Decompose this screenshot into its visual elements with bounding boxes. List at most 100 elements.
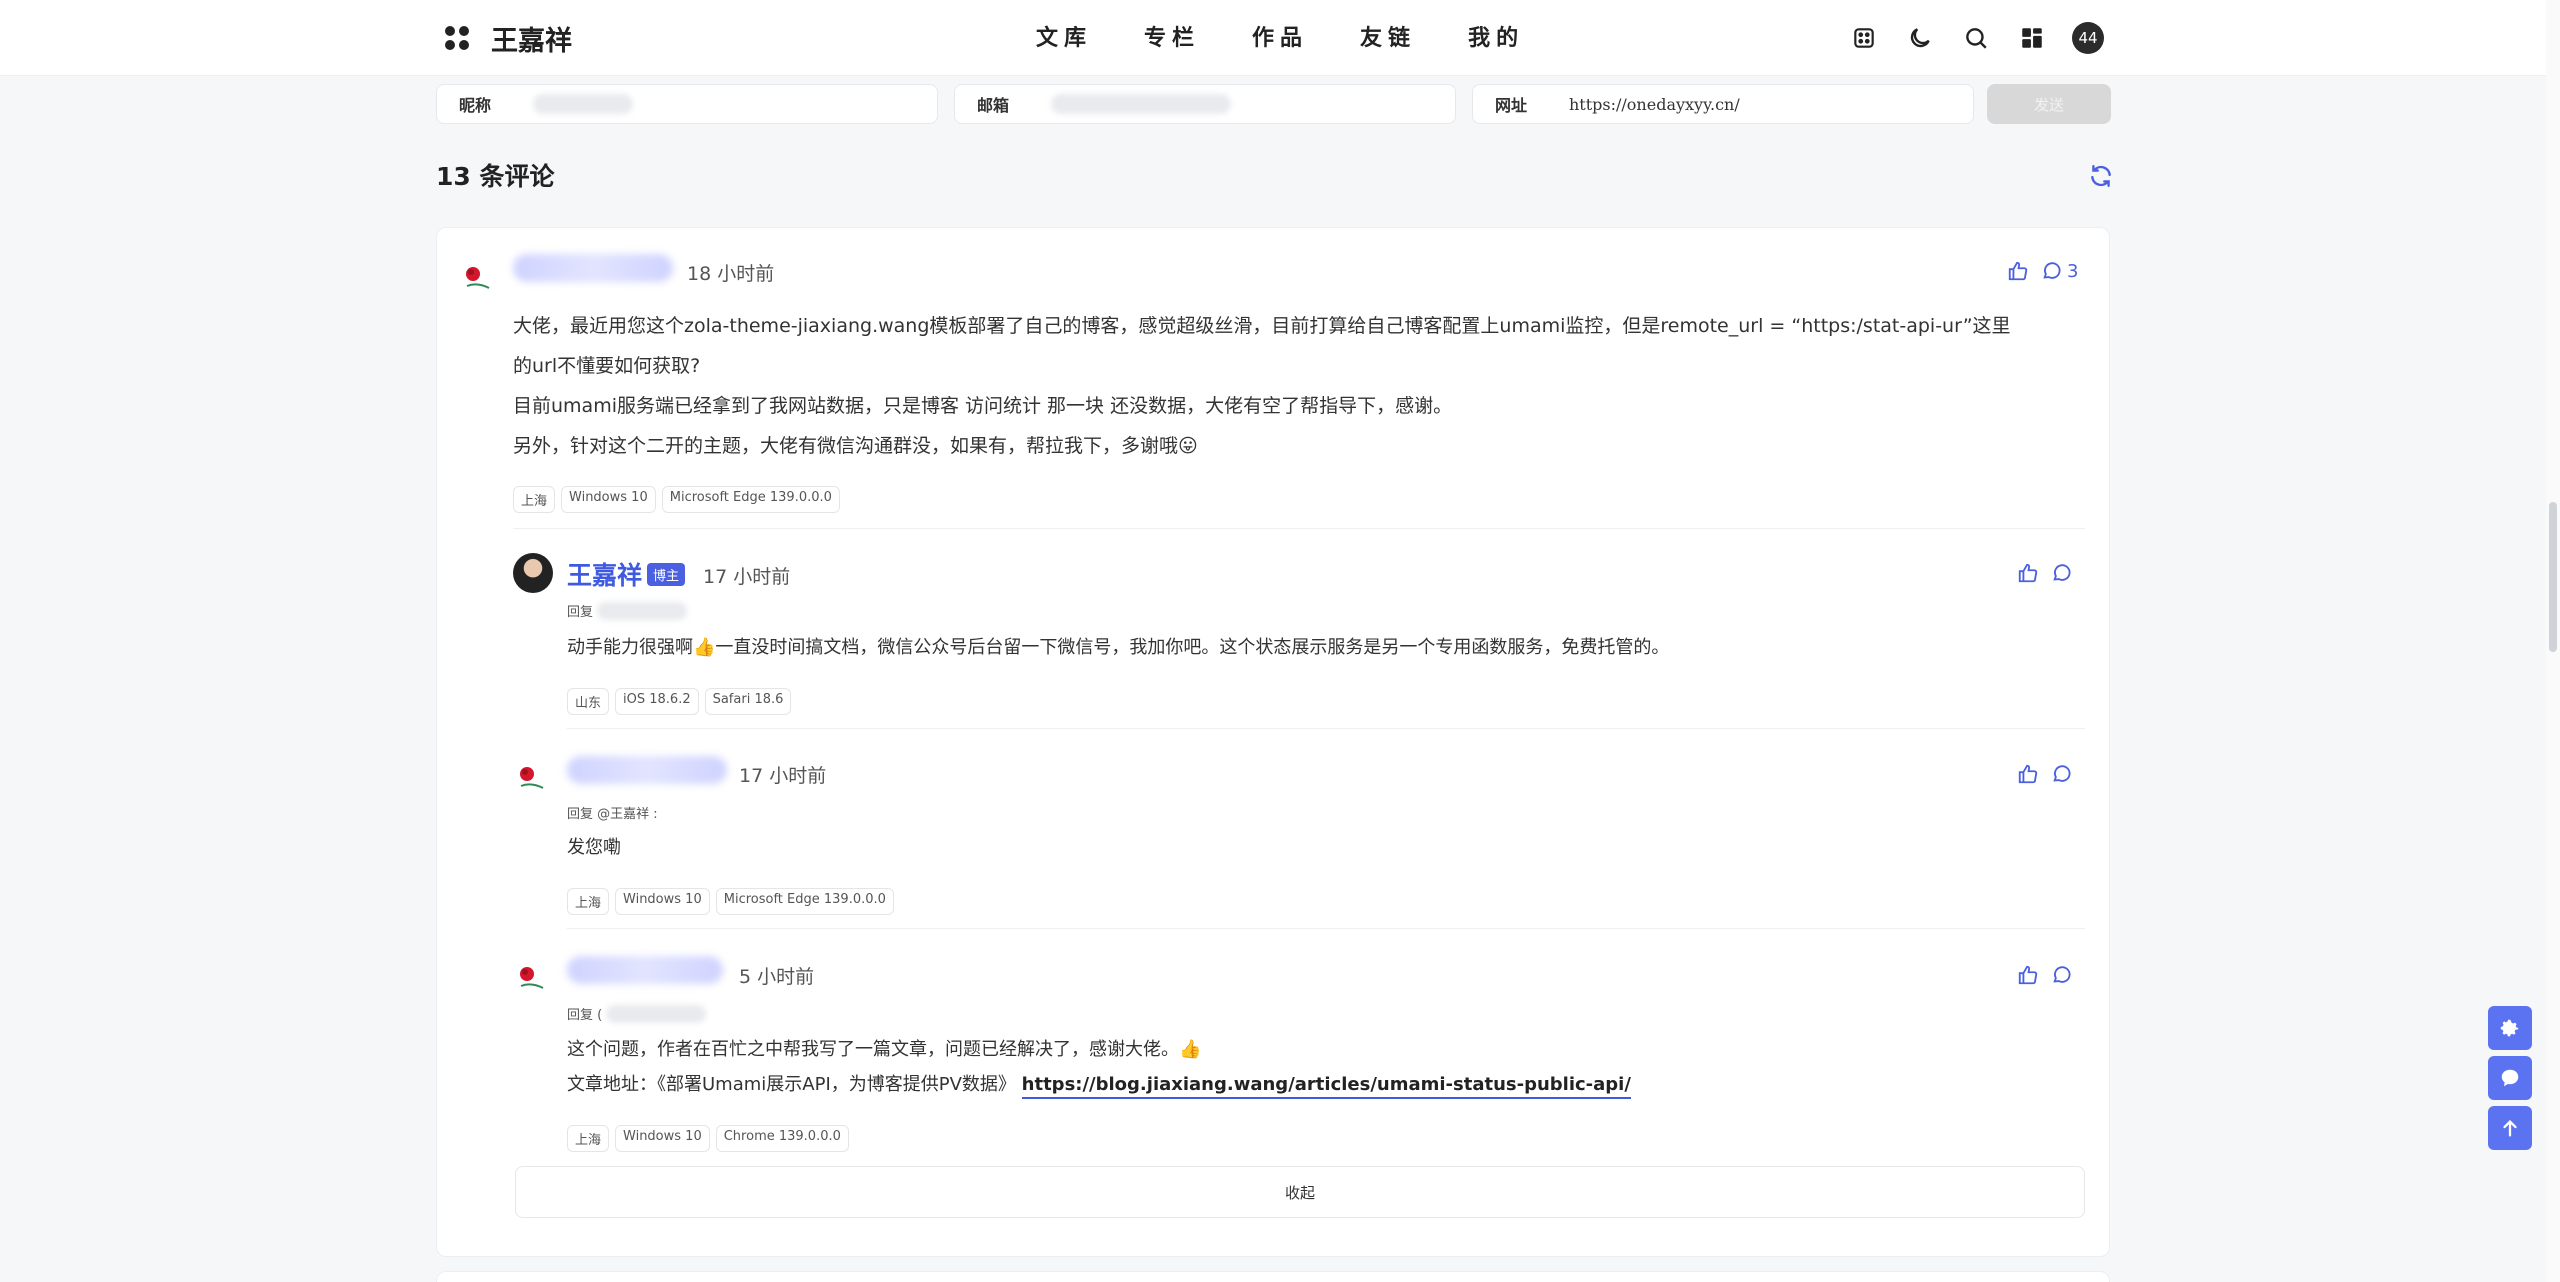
thumbs-up-icon[interactable]: [2007, 260, 2029, 282]
nav-mine[interactable]: 我的: [1468, 20, 1524, 58]
reply-body: 动手能力很强啊👍一直没时间搞文档，微信公众号后台留一下微信号，我加你吧。这个状态…: [567, 637, 1670, 658]
chat-bubble-icon: [2501, 1069, 2519, 1087]
email-field[interactable]: 邮箱: [954, 84, 1456, 124]
comment-line-2: 的url不懂要如何获取?: [513, 355, 701, 377]
rose-avatar-icon: [466, 267, 490, 289]
os-tag: iOS 18.6.2: [615, 688, 699, 715]
divider: [567, 728, 2085, 729]
commenter-name-blurred[interactable]: [567, 756, 727, 784]
comment-bubble-icon[interactable]: [2051, 763, 2073, 785]
site-name[interactable]: 王嘉祥: [491, 19, 572, 58]
reply-time: 17 小时前: [739, 765, 827, 787]
reply-body: 这个问题，作者在百忙之中帮我写了一篇文章，问题已经解决了，感谢大佬。👍: [567, 1039, 1202, 1060]
article-prefix: 文章地址：《部署Umami展示API，为博客提供PV数据》: [567, 1074, 1016, 1095]
reply-time: 17 小时前: [703, 566, 791, 588]
comment-actions: 3: [2007, 260, 2078, 282]
comment-body: 大佬，最近用您这个zola-theme-jiaxiang.wang模板部署了自己…: [513, 306, 2093, 466]
commenter-name-blurred[interactable]: [513, 254, 673, 282]
scrollbar-thumb[interactable]: [2549, 502, 2557, 652]
user-avatar[interactable]: 44: [2072, 22, 2104, 54]
url-field[interactable]: 网址 https://onedayxyy.cn/: [1472, 84, 1974, 124]
reply-to-label: 回复 (: [567, 1008, 603, 1023]
location-tag: 上海: [567, 1125, 610, 1152]
reply-body-line-2: 文章地址：《部署Umami展示API，为博客提供PV数据》 https://bl…: [567, 1068, 2067, 1102]
comment-bubble-icon[interactable]: [2041, 260, 2063, 282]
comments-card: 18 小时前 3 大佬，最近用您这个zola-theme-jiaxiang.wa…: [436, 227, 2110, 1257]
rose-avatar-icon: [520, 767, 544, 789]
reply-actions: [2017, 562, 2073, 584]
nav-library[interactable]: 文库: [1036, 20, 1092, 58]
rose-avatar-icon: [520, 967, 544, 989]
author-avatar[interactable]: [513, 553, 553, 593]
reply-tags: 上海 Windows 10 Microsoft Edge 139.0.0.0: [567, 888, 894, 915]
os-tag: Windows 10: [615, 1125, 710, 1152]
apps-dots-icon[interactable]: [445, 26, 469, 50]
settings-button[interactable]: [2488, 1006, 2532, 1050]
commenter-name-blurred[interactable]: [567, 956, 723, 984]
email-value-blurred: [1051, 94, 1231, 114]
location-tag: 上海: [567, 888, 610, 915]
comment-bubble-icon[interactable]: [2051, 562, 2073, 584]
comment-bubble-icon[interactable]: [2051, 964, 2073, 986]
refresh-icon[interactable]: [2088, 163, 2114, 189]
browser-tag: Chrome 139.0.0.0: [715, 1125, 849, 1152]
comment-line-1: 大佬，最近用您这个zola-theme-jiaxiang.wang模板部署了自己…: [513, 315, 2011, 337]
nav-friends[interactable]: 友链: [1360, 20, 1416, 58]
reply-body: 发您嘞: [567, 837, 621, 858]
collapse-button[interactable]: 收起: [515, 1166, 2085, 1218]
back-to-top-button[interactable]: [2488, 1106, 2532, 1150]
reply-count: 3: [2067, 260, 2079, 282]
os-tag: Windows 10: [561, 486, 656, 513]
email-label: 邮箱: [977, 96, 1010, 115]
location-tag: 山东: [567, 688, 610, 715]
moon-icon[interactable]: [1904, 20, 1936, 56]
nav-works[interactable]: 作品: [1252, 20, 1308, 58]
reply-to: 回复 @王嘉祥 :: [567, 803, 658, 822]
os-tag: Windows 10: [615, 888, 710, 915]
browser-tag: Safari 18.6: [704, 688, 792, 715]
reply-to: 回复 (: [567, 1004, 707, 1023]
reply-tags: 上海 Windows 10 Chrome 139.0.0.0: [567, 1125, 849, 1152]
divider: [567, 928, 2085, 929]
reply-to-label: 回复 @王嘉祥 :: [567, 807, 658, 822]
article-link[interactable]: https://blog.jiaxiang.wang/articles/umam…: [1021, 1074, 1631, 1099]
thumbs-up-icon[interactable]: [2017, 964, 2039, 986]
brand[interactable]: 王嘉祥: [445, 19, 572, 58]
comments-count-title: 13 条评论: [436, 162, 555, 191]
search-icon[interactable]: [1960, 20, 1992, 56]
divider: [513, 528, 2085, 529]
reply-tags: 山东 iOS 18.6.2 Safari 18.6: [567, 688, 792, 715]
reply-time: 5 小时前: [739, 966, 815, 988]
arrow-up-icon: [2503, 1119, 2517, 1137]
nickname-value-blurred: [533, 94, 633, 114]
header-tools: 44: [1848, 20, 2104, 56]
reply-to-label: 回复: [567, 605, 594, 620]
comment-tags: 上海 Windows 10 Microsoft Edge 139.0.0.0: [513, 486, 840, 513]
url-value: https://onedayxyy.cn/: [1569, 94, 1740, 114]
thumbs-up-icon[interactable]: [2017, 763, 2039, 785]
comment-form: 昵称 邮箱 网址 https://onedayxyy.cn/ 发送: [436, 84, 2111, 124]
next-comment-card: [436, 1271, 2110, 1282]
gear-icon: [2500, 1019, 2519, 1037]
grid-icon[interactable]: [2016, 20, 2048, 56]
author-name[interactable]: 王嘉祥: [567, 556, 642, 592]
dice-icon[interactable]: [1848, 20, 1880, 56]
comment-line-4: 另外，针对这个二开的主题，大佬有微信沟通群没，如果有，帮拉我下，多谢哦😛: [513, 435, 1198, 457]
nickname-label: 昵称: [459, 96, 492, 115]
main-nav: 文库 专栏 作品 友链 我的: [1036, 20, 1524, 58]
submit-button[interactable]: 发送: [1987, 84, 2111, 124]
comment-line-3: 目前umami服务端已经拿到了我网站数据，只是博客 访问统计 那一块 还没数据，…: [513, 395, 1453, 417]
reply-to-name-blurred: [597, 601, 688, 620]
browser-tag: Microsoft Edge 139.0.0.0: [661, 486, 840, 513]
thumbs-up-icon[interactable]: [2017, 562, 2039, 584]
comment-time: 18 小时前: [687, 263, 775, 285]
nickname-field[interactable]: 昵称: [436, 84, 938, 124]
chat-button[interactable]: [2488, 1056, 2532, 1100]
url-label: 网址: [1495, 96, 1528, 115]
reply-to: 回复: [567, 601, 688, 620]
reply-to-name-blurred: [606, 1004, 707, 1023]
location-tag: 上海: [513, 486, 556, 513]
top-header: 王嘉祥 文库 专栏 作品 友链 我的 44: [0, 0, 2546, 76]
reply-actions: [2017, 964, 2073, 986]
nav-columns[interactable]: 专栏: [1144, 20, 1200, 58]
